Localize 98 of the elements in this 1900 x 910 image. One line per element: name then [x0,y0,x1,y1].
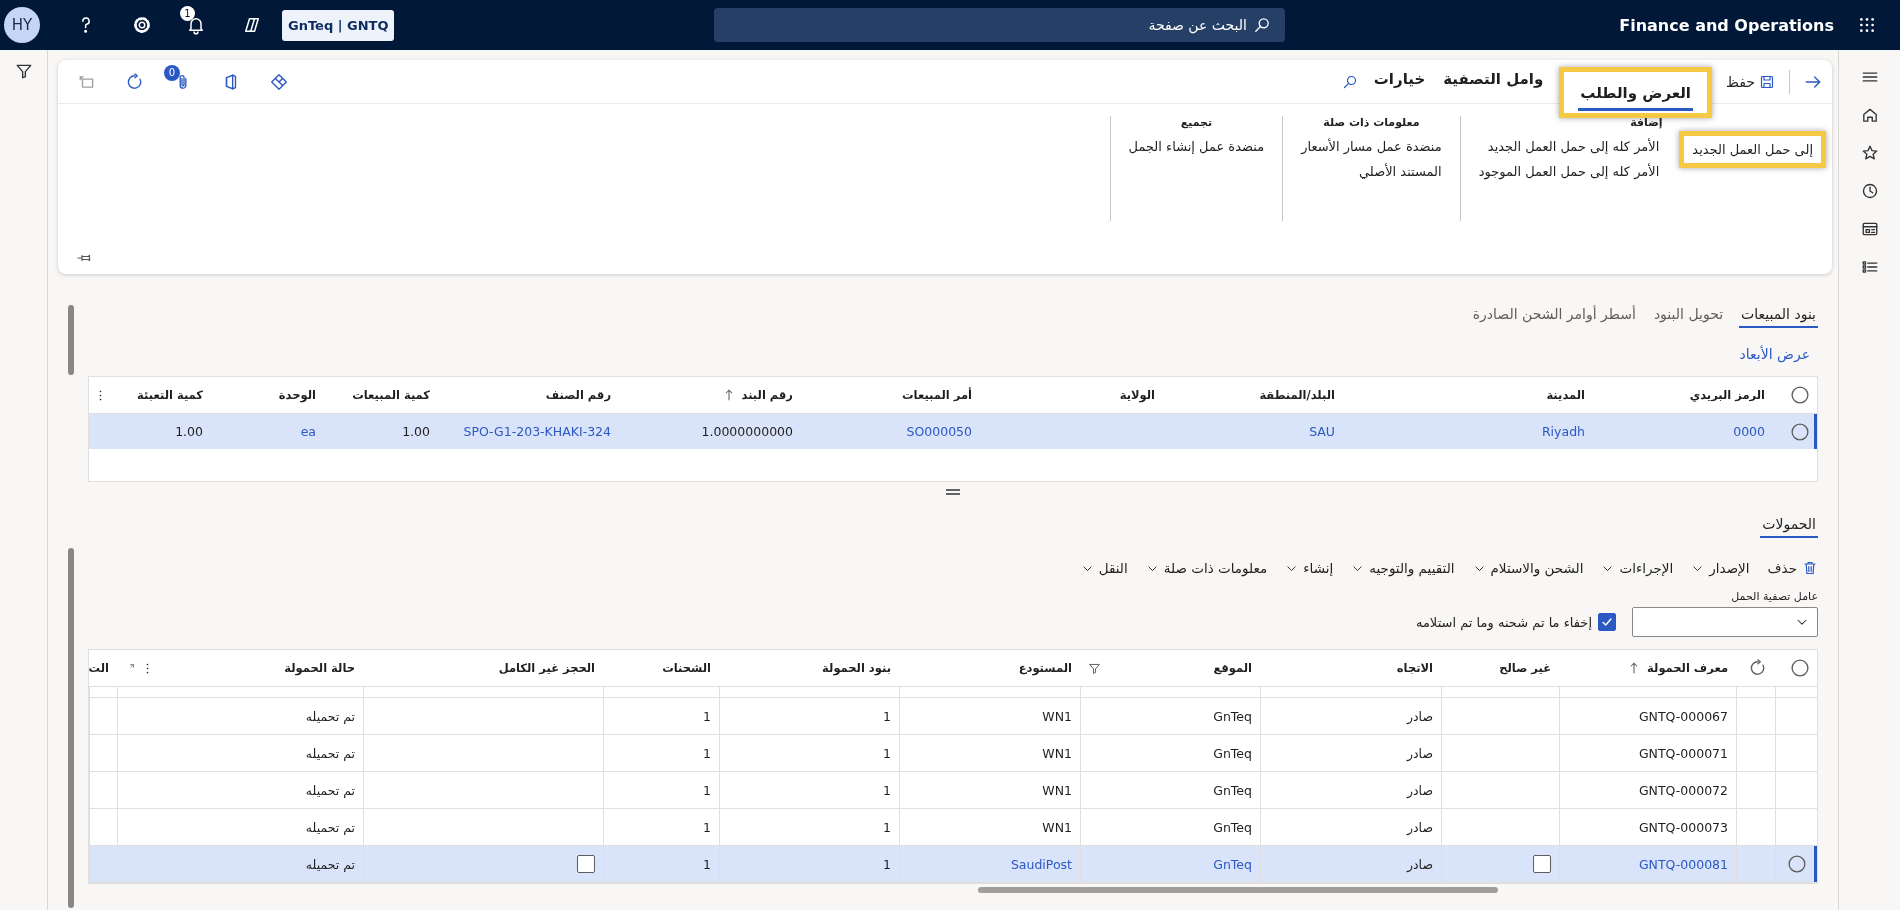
table-cell: 1 [883,856,891,872]
table-cell: 1 [703,819,711,835]
table-cell: WN1 [1042,708,1072,724]
column-header[interactable]: غير صالح [1499,661,1551,675]
column-header[interactable]: كمية التعبئة [137,388,203,402]
table-cell: تم تحميله [305,745,355,761]
table-cell: صادر [1406,708,1433,724]
table-cell: GNTQ-000071 [1638,745,1728,761]
cell-link[interactable]: GnTeq [1213,856,1252,872]
table-cell: 1 [883,782,891,798]
table-cell: 1 [703,745,711,761]
menu-button[interactable]: الشحن والاستلام [1472,560,1584,576]
group-label: إضافة [1630,116,1663,129]
column-header[interactable]: الرمز البريدي [1689,388,1765,402]
table-cell: صادر [1406,782,1433,798]
menu-button[interactable]: معلومات ذات صلة [1145,560,1268,576]
column-header[interactable]: حالة الحمولة [284,661,355,675]
table-cell: 1 [703,782,711,798]
cell-link[interactable]: 0000 [1733,424,1765,439]
menu-button[interactable]: التقييم والتوجيه [1351,560,1455,576]
table-cell: تم تحميله [305,856,355,872]
cell-link[interactable]: Riyadh [1541,424,1585,439]
ribbon-tab[interactable]: وامل التصفية [1441,66,1546,97]
table-cell: 1.0000000000 [701,424,793,439]
ribbon-item[interactable]: المستند الأصلي [1301,162,1442,181]
cell-link[interactable]: GNTQ-000081 [1638,856,1728,872]
tab[interactable]: بنود المبيعات [1739,304,1818,328]
column-header[interactable]: الولاية [1119,388,1155,402]
table-cell: تم تحميله [305,819,355,835]
cell-link[interactable]: ea [300,424,316,439]
group-label: معلومات ذات صلة [1323,116,1420,129]
column-header[interactable]: رقم البند [741,388,793,402]
menu-button[interactable]: النقل [1080,560,1128,576]
column-header[interactable]: البلد/المنطقة [1259,388,1335,402]
column-header[interactable]: معرف الحمولة [1647,661,1728,675]
column-header[interactable]: الوحدة [278,388,316,402]
column-header[interactable]: الحجز غير الكامل [498,661,595,675]
table-cell: GnTeq [1213,819,1252,835]
table-cell: GnTeq [1213,745,1252,761]
column-header[interactable]: الشحنات [662,661,711,675]
table-cell: GnTeq [1213,708,1252,724]
table-cell: تم تحميله [305,782,355,798]
table-cell: 1.00 [175,424,203,439]
table-cell: 1 [883,819,891,835]
cell-link[interactable]: SaudiPost [1010,856,1072,872]
column-header[interactable]: المستودع [1018,661,1072,675]
save-button[interactable]: حفظ [1725,73,1775,90]
table-cell: WN1 [1042,745,1072,761]
column-header[interactable]: الاتجاه [1396,661,1433,675]
menu-button[interactable]: الإجراءات [1601,560,1674,576]
table-cell: صادر [1406,745,1433,761]
ribbon-tab[interactable]: خيارات [1371,66,1428,97]
ribbon-item[interactable]: منضدة عمل إنشاء الجمل [1128,137,1265,156]
ribbon-item[interactable]: إلى حمل العمل الجديد [1679,131,1826,168]
cell-link[interactable]: SPO-G1-203-KHAKI-324 [463,424,611,439]
dimensions-link[interactable]: عرض الأبعاد [1739,346,1810,362]
table-cell: صادر [1406,819,1433,835]
table-cell: صادر [1406,856,1433,872]
column-header[interactable]: الت [89,661,109,675]
search-field[interactable]: البحث عن صفحة [714,8,1285,42]
column-header[interactable]: المدينة [1546,388,1585,402]
notification-badge: 1 [180,6,195,21]
app-title: Finance and Operations [1619,15,1834,35]
ribbon-item[interactable]: الأمر كله إلى حمل العمل الجديد [1478,137,1660,156]
table-cell: 1 [883,745,891,761]
table-cell: 1 [703,708,711,724]
menu-button[interactable]: إنشاء [1285,560,1334,576]
group-label: تجميع [1180,116,1213,129]
column-header[interactable]: الموقع [1213,661,1252,675]
tab[interactable]: تحويل البنود [1651,304,1726,328]
table-cell: تم تحميله [305,708,355,724]
table-cell: 1 [883,708,891,724]
ribbon-tab[interactable]: العرض والطلب [1578,80,1693,111]
column-header[interactable]: بنود الحمولة [822,661,891,675]
delete-button[interactable]: حذف [1767,560,1818,576]
cell-link[interactable]: SO000050 [906,424,972,439]
table-cell: GnTeq [1213,782,1252,798]
field-label: عامل تصفية الحمل [1730,590,1818,603]
table-cell: GNTQ-000073 [1638,819,1728,835]
table-cell: 1 [703,856,711,872]
table-cell: GNTQ-000067 [1638,708,1728,724]
checkbox-label: إخفاء ما تم شحنه وما تم استلامه [1415,614,1592,630]
menu-button[interactable]: الإصدار [1691,560,1750,576]
table-cell: WN1 [1042,782,1072,798]
cell-link[interactable]: SAU [1309,424,1335,439]
tab[interactable]: أسطر أوامر الشحن الصادرة [1470,304,1638,328]
company-picker[interactable]: GnTeq | GNTQ [282,9,395,41]
tab[interactable]: الحمولات [1760,510,1818,538]
table-cell: WN1 [1042,819,1072,835]
ribbon-item[interactable]: منضدة عمل مسار الأسعار [1301,137,1442,156]
table-cell: GNTQ-000072 [1638,782,1728,798]
user-avatar[interactable]: HY [4,7,40,43]
column-header[interactable]: رقم الصنف [545,388,611,402]
attachment-count: 0 [164,64,180,81]
column-header[interactable]: كمية المبيعات [352,388,430,402]
ribbon-item[interactable]: الأمر كله إلى حمل العمل الموجود [1478,162,1660,181]
table-cell: 1.00 [402,424,430,439]
column-header[interactable]: أمر المبيعات [902,388,972,402]
